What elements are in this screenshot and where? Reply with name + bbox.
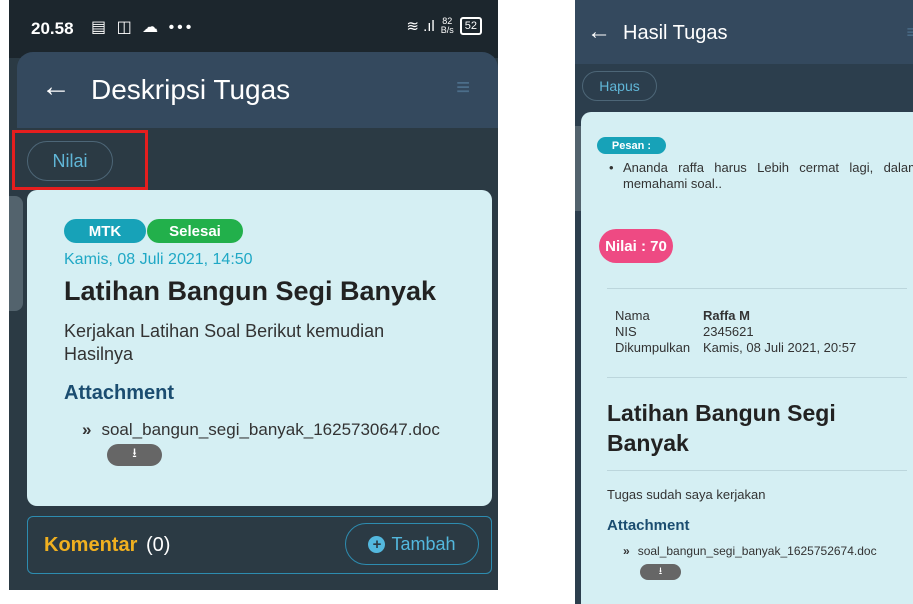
chevron-right-icon: » [82, 420, 92, 439]
info-row-submitted: Dikumpulkan Kamis, 08 Juli 2021, 20:57 [615, 340, 856, 356]
status-badge: Selesai [147, 219, 243, 243]
page-title: Hasil Tugas [623, 22, 728, 44]
divider [607, 377, 907, 378]
info-row-nis: NIS 2345621 [615, 324, 856, 340]
bullet-icon: • [609, 160, 614, 175]
message-item: • Ananda raffa harus Lebih cermat lagi, … [609, 160, 913, 192]
info-value: 2345621 [703, 324, 754, 339]
page-title: Deskripsi Tugas [91, 74, 291, 105]
download-icon: ⭳ [132, 445, 137, 460]
status-right: ≋ .ıl 82 B/s 52 [406, 17, 482, 35]
message-text: Ananda raffa harus Lebih cermat lagi, da… [623, 160, 913, 191]
notification-icons: ▤ ◫ ☁ ••• [91, 19, 195, 36]
back-arrow-icon[interactable]: ← [41, 70, 71, 104]
submission-text: Tugas sudah saya kerjakan [607, 487, 766, 502]
info-value: Kamis, 08 Juli 2021, 20:57 [703, 340, 857, 355]
attachment-file-name[interactable]: soal_bangun_segi_banyak_1625730647.doc [101, 420, 439, 440]
attachment-file[interactable]: » soal_bangun_segi_banyak_1625752674.doc [623, 544, 877, 558]
info-key: NIS [615, 324, 637, 339]
app-bar: ← Deskripsi Tugas ≡ [17, 52, 498, 128]
download-button[interactable]: ⭳ [640, 564, 681, 580]
comment-section: Komentar (0) + Tambah [27, 516, 492, 574]
side-scroll-handle[interactable] [9, 196, 23, 311]
message-badge: Pesan : [597, 137, 666, 154]
task-title: Latihan Bangun Segi Banyak [607, 400, 836, 456]
submission-info: Nama Raffa M NIS 2345621 Dikumpulkan Kam… [615, 308, 856, 356]
signal-icon: ≋ .ıl [406, 18, 435, 35]
menu-icon[interactable]: ≡ [906, 22, 913, 43]
status-bar: 20.58 ▤ ◫ ☁ ••• ≋ .ıl 82 B/s 52 [9, 0, 498, 58]
task-description: Kerjakan Latihan Soal Berikut kemudian H… [64, 321, 385, 364]
info-key: Dikumpulkan [615, 340, 691, 355]
menu-icon[interactable]: ≡ [456, 74, 470, 102]
left-screen: 20.58 ▤ ◫ ☁ ••• ≋ .ıl 82 B/s 52 ← Deskri… [9, 0, 498, 590]
task-title: Latihan Bangun Segi Banyak [64, 276, 437, 306]
divider [607, 288, 907, 289]
result-card: Pesan : • Ananda raffa harus Lebih cerma… [581, 112, 913, 604]
back-arrow-icon[interactable]: ← [587, 18, 611, 46]
app-bar: ← Hasil Tugas ≡ [575, 0, 913, 64]
comment-label: Komentar [44, 534, 138, 556]
chevron-right-icon: » [623, 544, 630, 558]
comment-count: (0) [146, 534, 171, 556]
add-comment-button[interactable]: + Tambah [345, 523, 479, 565]
download-button[interactable]: ⭳ [107, 444, 162, 466]
download-icon: ⭳ [658, 565, 663, 577]
score-badge: Nilai : 70 [599, 229, 673, 263]
attachment-heading: Attachment [607, 517, 690, 534]
status-time: 20.58 [31, 19, 74, 38]
battery-icon: 52 [459, 17, 482, 35]
subject-badge: MTK [64, 219, 146, 243]
highlight-box [12, 130, 148, 190]
delete-button[interactable]: Hapus [582, 71, 657, 101]
divider [607, 470, 907, 471]
info-key: Nama [615, 308, 650, 323]
attachment-file[interactable]: » soal_bangun_segi_banyak_1625730647.doc [82, 420, 440, 440]
info-row-name: Nama Raffa M [615, 308, 856, 324]
attachment-file-name[interactable]: soal_bangun_segi_banyak_1625752674.doc [638, 544, 877, 558]
task-card: MTK Selesai Kamis, 08 Juli 2021, 14:50 L… [27, 190, 492, 506]
plus-circle-icon: + [368, 535, 386, 553]
add-comment-label: Tambah [391, 533, 456, 554]
info-value: Raffa M [703, 308, 750, 323]
right-screen: ← Hasil Tugas ≡ Hapus Pesan : • Ananda r… [575, 0, 913, 604]
task-date: Kamis, 08 Juli 2021, 14:50 [64, 251, 253, 268]
network-speed: 82 B/s [441, 17, 454, 35]
attachment-heading: Attachment [64, 382, 175, 404]
speed-unit: B/s [440, 25, 454, 35]
